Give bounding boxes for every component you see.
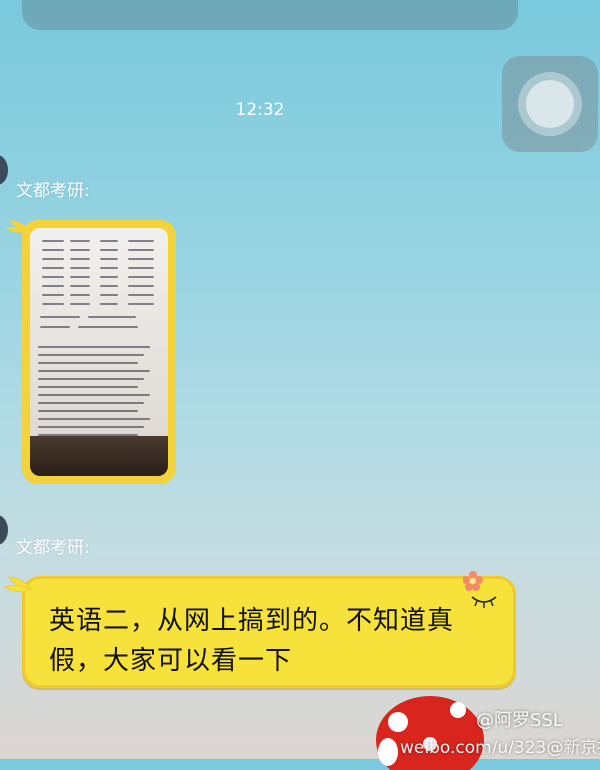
handwriting-stroke	[128, 249, 154, 251]
handwriting-stroke	[38, 418, 150, 420]
handwriting-stroke	[128, 294, 154, 296]
handwriting-stroke	[38, 362, 138, 364]
handwriting-stroke	[70, 303, 90, 305]
handwriting-stroke	[100, 276, 118, 278]
handwriting-stroke	[38, 410, 138, 412]
handwriting-stroke	[42, 294, 64, 296]
handwriting-stroke	[70, 249, 90, 251]
handwriting-stroke	[40, 326, 70, 328]
handwriting-stroke	[42, 240, 64, 242]
sprout-icon	[6, 220, 30, 233]
handwriting-stroke	[70, 276, 90, 278]
handwriting-stroke	[128, 258, 154, 260]
handwritten-answers-photo[interactable]	[30, 228, 168, 476]
sender-name: 文都考研:	[16, 181, 90, 201]
handwriting-stroke	[78, 326, 138, 328]
handwriting-stroke	[100, 285, 118, 287]
handwriting-stroke	[100, 267, 118, 269]
handwriting-stroke	[70, 267, 90, 269]
handwriting-stroke	[70, 258, 90, 260]
handwriting-stroke	[38, 354, 144, 356]
handwriting-stroke	[42, 303, 64, 305]
handwriting-stroke	[100, 303, 118, 305]
weibo-handle-watermark: @阿罗SSL	[476, 710, 563, 731]
sprout-icon	[3, 576, 33, 593]
handwriting-stroke	[70, 240, 90, 242]
flower-icon	[463, 571, 483, 591]
avatar[interactable]	[0, 515, 8, 545]
closed-eye-icon	[471, 596, 497, 608]
handwriting-stroke	[42, 258, 64, 260]
handwriting-stroke	[38, 394, 150, 396]
weibo-url-watermark: weibo.com/u/323@新京报	[400, 733, 600, 758]
handwriting-stroke	[38, 378, 144, 380]
handwriting-stroke	[100, 249, 118, 251]
assistive-touch-icon	[518, 72, 582, 136]
handwriting-stroke	[42, 249, 64, 251]
image-message-bubble[interactable]	[6, 220, 176, 484]
handwriting-stroke	[100, 258, 118, 260]
text-message-bubble[interactable]: 英语二，从网上搞到的。不知道真假，大家可以看一下	[3, 571, 516, 688]
handwriting-stroke	[100, 240, 118, 242]
avatar[interactable]	[0, 155, 8, 185]
handwriting-stroke	[70, 294, 90, 296]
photo-bottom-shadow	[30, 436, 168, 476]
handwriting-stroke	[38, 402, 144, 404]
handwriting-stroke	[128, 267, 154, 269]
previous-message-bubble[interactable]	[22, 0, 518, 30]
handwriting-stroke	[128, 276, 154, 278]
weibo-url: weibo.com/u/323	[400, 738, 547, 758]
handwriting-stroke	[128, 303, 154, 305]
handwriting-stroke	[38, 386, 138, 388]
handwriting-stroke	[38, 346, 150, 348]
handwriting-stroke	[42, 276, 64, 278]
sender-name: 文都考研:	[16, 538, 90, 558]
source-watermark: @新京报	[546, 738, 600, 758]
handwriting-stroke	[40, 316, 80, 318]
handwriting-stroke	[70, 285, 90, 287]
handwriting-stroke	[128, 285, 154, 287]
timestamp: 12:32	[235, 100, 285, 120]
handwriting-stroke	[38, 426, 144, 428]
handwriting-stroke	[88, 316, 136, 318]
handwriting-stroke	[128, 240, 154, 242]
handwriting-stroke	[42, 267, 64, 269]
message-text: 英语二，从网上搞到的。不知道真假，大家可以看一下	[49, 606, 455, 676]
handwriting-stroke	[38, 370, 150, 372]
handwriting-stroke	[42, 285, 64, 287]
handwriting-stroke	[100, 294, 118, 296]
